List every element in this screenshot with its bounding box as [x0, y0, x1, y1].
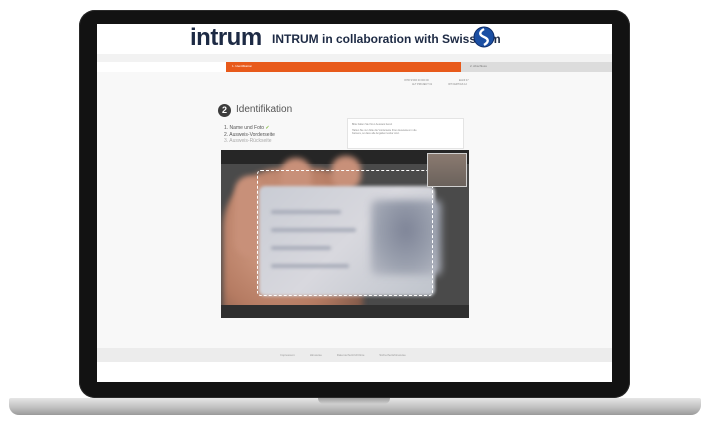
page-topbar	[97, 54, 612, 62]
checklist-item-label: 1. Name und Foto	[224, 125, 265, 131]
laptop-notch	[318, 398, 390, 404]
instruction-box: Bitte halten Sie Ihren Ausweis bereit Ha…	[347, 118, 464, 149]
checkmark-icon: ✓	[265, 125, 270, 131]
footer-link-sicherheit[interactable]: Sicherheitshinweise	[379, 353, 406, 357]
footer-link-impressum[interactable]: Impressum	[280, 353, 295, 357]
card-alignment-guide	[257, 170, 433, 296]
progress-step-2-label: 2. Abschluss	[470, 64, 487, 68]
swisscom-logo-icon	[473, 26, 495, 48]
banner-title: INTRUM in collaboration with Swisscom	[272, 32, 501, 46]
meta-left-1: INTR STAR 00 000 00	[404, 79, 429, 82]
progress-bar	[226, 62, 612, 72]
step-number-badge: 2	[218, 104, 231, 117]
meta-right-2: IDT FERTIGS 12	[448, 83, 467, 86]
camera-feed[interactable]	[221, 150, 469, 318]
instruction-heading: Bitte halten Sie Ihren Ausweis bereit	[352, 123, 393, 126]
footer-link-datenschutz[interactable]: Datenschutzrichtlinie	[337, 353, 365, 357]
checklist-item-label: 2. Ausweis-Vorderseite	[224, 131, 275, 138]
selfie-preview-thumbnail	[427, 153, 467, 187]
footer-links: Impressum Hinweise Datenschutzrichtlinie…	[280, 353, 406, 357]
meta-right-1: EGNI 07	[459, 79, 469, 82]
checklist-item: 3. Ausweis-Rückseite	[224, 138, 275, 145]
camera-bottom-strip	[221, 305, 469, 318]
page-title: Identifikation	[236, 104, 293, 115]
checklist: 1. Name und Foto ✓ 2. Ausweis-Vorderseit…	[224, 125, 275, 145]
progress-step-1-label: 1. Identifikation	[232, 64, 253, 68]
footer-link-hinweise[interactable]: Hinweise	[310, 353, 322, 357]
checklist-item-label: 3. Ausweis-Rückseite	[224, 138, 272, 144]
meta-left-2: ALT PROJECT 01	[412, 83, 433, 86]
instruction-line: Kamera, so dass alle Angaben lesbar sind…	[352, 132, 400, 135]
progress-fill	[226, 62, 462, 72]
intrum-logo: intrum	[190, 24, 262, 51]
